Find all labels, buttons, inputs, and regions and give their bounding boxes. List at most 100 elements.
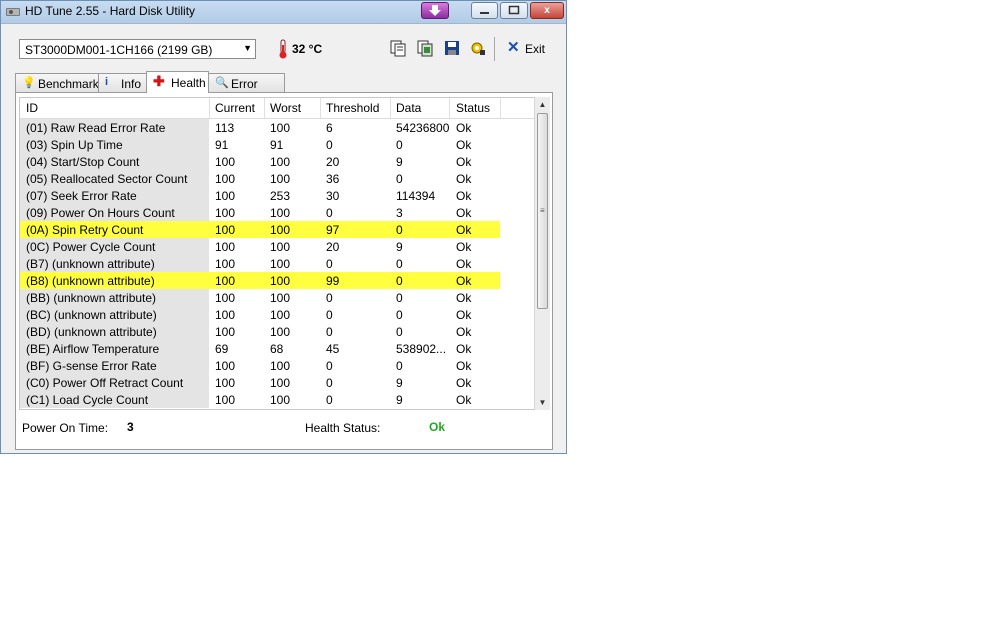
title-bar[interactable]: HD Tune 2.55 - Hard Disk Utility x bbox=[1, 1, 566, 24]
cell-data: 0 bbox=[396, 138, 403, 152]
window-title: HD Tune 2.55 - Hard Disk Utility bbox=[25, 4, 196, 18]
drive-select[interactable]: ST3000DM001-1CH166 (2199 GB) ▼ bbox=[19, 39, 256, 59]
cell-id: (07) Seek Error Rate bbox=[26, 189, 137, 203]
health-cross-icon: ✚ bbox=[153, 73, 165, 89]
health-status-label: Health Status: bbox=[305, 421, 381, 435]
cell-status: Ok bbox=[456, 155, 472, 169]
copy-text-icon[interactable] bbox=[389, 39, 407, 57]
column-divider[interactable] bbox=[390, 98, 391, 118]
cell-worst: 100 bbox=[270, 376, 291, 390]
table-row[interactable]: (07) Seek Error Rate 100 253 30 114394 Ok bbox=[20, 187, 534, 204]
table-row[interactable]: (C1) Load Cycle Count 100 100 0 9 Ok bbox=[20, 391, 534, 408]
tab-health-label: Health bbox=[171, 76, 206, 90]
tab-benchmark[interactable]: 💡 Benchmark bbox=[15, 73, 99, 92]
col-id-header[interactable]: ID bbox=[26, 101, 38, 115]
cell-threshold: 0 bbox=[326, 206, 333, 220]
col-threshold-header[interactable]: Threshold bbox=[326, 101, 379, 115]
close-button[interactable]: x bbox=[530, 2, 564, 19]
status-footer: Power On Time: 3 Health Status: Ok bbox=[15, 411, 553, 450]
options-icon[interactable] bbox=[469, 39, 487, 57]
smart-table[interactable]: ID Current Worst Threshold Data Status (… bbox=[19, 97, 535, 410]
cell-threshold: 20 bbox=[326, 155, 340, 169]
column-divider[interactable] bbox=[264, 98, 265, 118]
download-extra-button[interactable] bbox=[421, 2, 449, 19]
table-row[interactable]: (BC) (unknown attribute) 100 100 0 0 Ok bbox=[20, 306, 534, 323]
cell-worst: 100 bbox=[270, 155, 291, 169]
cell-current: 100 bbox=[215, 240, 236, 254]
power-on-label: Power On Time: bbox=[22, 421, 109, 435]
col-data-header[interactable]: Data bbox=[396, 101, 421, 115]
table-row[interactable]: (04) Start/Stop Count 100 100 20 9 Ok bbox=[20, 153, 534, 170]
app-window: HD Tune 2.55 - Hard Disk Utility x ST300… bbox=[0, 0, 567, 454]
cell-current: 100 bbox=[215, 274, 236, 288]
cell-data: 0 bbox=[396, 325, 403, 339]
magnifier-icon: 🔍 bbox=[215, 77, 229, 89]
cell-id: (05) Reallocated Sector Count bbox=[26, 172, 188, 186]
info-icon: i bbox=[105, 76, 109, 88]
cell-data: 538902... bbox=[396, 342, 447, 356]
col-status-header[interactable]: Status bbox=[456, 101, 490, 115]
cell-id: (BE) Airflow Temperature bbox=[26, 342, 160, 356]
tab-error-scan[interactable]: 🔍 Error Scan bbox=[208, 73, 285, 105]
table-row[interactable]: (03) Spin Up Time 91 91 0 0 Ok bbox=[20, 136, 534, 153]
cell-current: 69 bbox=[215, 342, 229, 356]
tab-health[interactable]: ✚ Health bbox=[146, 71, 209, 93]
cell-id: (09) Power On Hours Count bbox=[26, 206, 175, 220]
chevron-down-icon: ▼ bbox=[243, 43, 252, 53]
cell-current: 100 bbox=[215, 257, 236, 271]
cell-id: (B7) (unknown attribute) bbox=[26, 257, 155, 271]
column-divider[interactable] bbox=[209, 98, 210, 118]
minimize-button[interactable] bbox=[471, 2, 498, 19]
cell-worst: 100 bbox=[270, 393, 291, 407]
column-divider[interactable] bbox=[320, 98, 321, 118]
table-row-warning[interactable]: (B8) (unknown attribute) 100 100 99 0 Ok bbox=[20, 272, 534, 289]
table-row[interactable]: (05) Reallocated Sector Count 100 100 36 0 Ok bbox=[20, 170, 534, 187]
cell-data: 114394 bbox=[396, 189, 436, 203]
cell-status: Ok bbox=[456, 206, 472, 220]
table-row[interactable]: (BB) (unknown attribute) 100 100 0 0 Ok bbox=[20, 289, 534, 306]
cell-current: 91 bbox=[215, 138, 229, 152]
cell-worst: 100 bbox=[270, 121, 291, 135]
cell-threshold: 0 bbox=[326, 138, 333, 152]
scroll-down-icon[interactable]: ▼ bbox=[536, 396, 549, 409]
maximize-button[interactable] bbox=[500, 2, 528, 19]
table-row[interactable]: (01) Raw Read Error Rate 113 100 6 54236800 O… bbox=[20, 119, 534, 136]
benchmark-icon: 💡 bbox=[22, 77, 36, 89]
tab-info[interactable]: i Info bbox=[98, 73, 147, 92]
cell-status: Ok bbox=[456, 291, 472, 305]
scroll-up-icon[interactable]: ▲ bbox=[536, 98, 549, 111]
column-divider[interactable] bbox=[449, 98, 450, 118]
exit-label: Exit bbox=[525, 42, 546, 56]
exit-button[interactable]: ✕ Exit bbox=[507, 39, 547, 58]
cell-threshold: 6 bbox=[326, 121, 333, 135]
minimize-icon bbox=[480, 12, 489, 14]
col-current-header[interactable]: Current bbox=[215, 101, 255, 115]
save-icon[interactable] bbox=[443, 39, 461, 57]
cell-threshold: 30 bbox=[326, 189, 340, 203]
cell-threshold: 0 bbox=[326, 257, 333, 271]
copy-screenshot-icon[interactable] bbox=[416, 39, 434, 57]
vertical-scrollbar[interactable]: ▲ ≡ ▼ bbox=[534, 97, 550, 410]
column-divider[interactable] bbox=[500, 98, 501, 118]
table-row[interactable]: (09) Power On Hours Count 100 100 0 3 Ok bbox=[20, 204, 534, 221]
table-row[interactable]: (BF) G-sense Error Rate 100 100 0 0 Ok bbox=[20, 357, 534, 374]
cell-data: 0 bbox=[396, 172, 403, 186]
cell-data: 0 bbox=[396, 308, 403, 322]
table-row[interactable]: (0C) Power Cycle Count 100 100 20 9 Ok bbox=[20, 238, 534, 255]
cell-data: 3 bbox=[396, 206, 403, 220]
grip-icon: ≡ bbox=[540, 206, 545, 215]
col-worst-header[interactable]: Worst bbox=[270, 101, 301, 115]
cell-data: 0 bbox=[396, 274, 403, 288]
table-row[interactable]: (BE) Airflow Temperature 69 68 45 538902... O… bbox=[20, 340, 534, 357]
table-row-warning[interactable]: (0A) Spin Retry Count 100 100 97 0 Ok bbox=[20, 221, 534, 238]
cell-current: 100 bbox=[215, 223, 236, 237]
table-row[interactable]: (C0) Power Off Retract Count 100 100 0 9 Ok bbox=[20, 374, 534, 391]
cell-status: Ok bbox=[456, 240, 472, 254]
cell-worst: 100 bbox=[270, 308, 291, 322]
health-status-value: Ok bbox=[429, 420, 446, 434]
download-arrow-icon bbox=[429, 5, 441, 16]
scroll-thumb[interactable]: ≡ bbox=[537, 113, 548, 309]
table-row[interactable]: (BD) (unknown attribute) 100 100 0 0 Ok bbox=[20, 323, 534, 340]
table-row[interactable]: (B7) (unknown attribute) 100 100 0 0 Ok bbox=[20, 255, 534, 272]
power-on-value: 3 bbox=[127, 420, 134, 434]
